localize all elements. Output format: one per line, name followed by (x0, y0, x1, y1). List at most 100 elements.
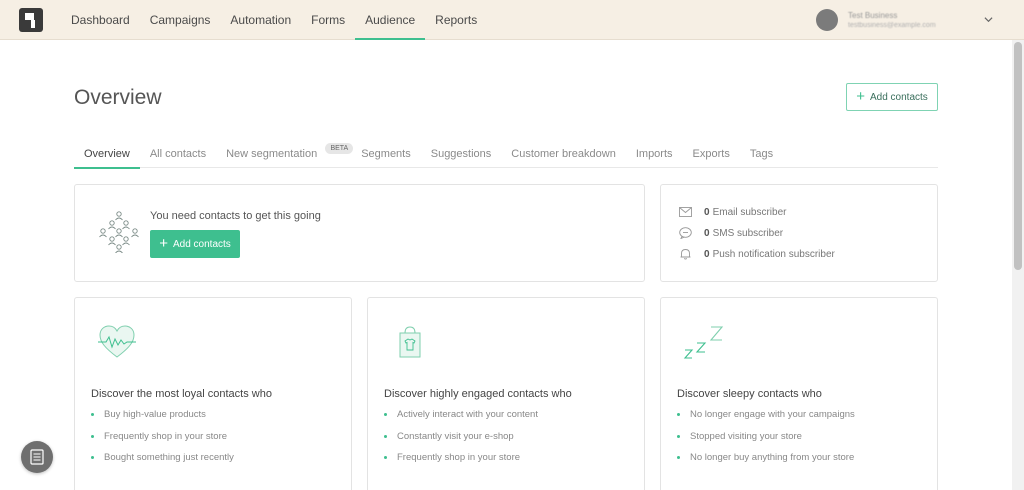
tab-exports[interactable]: Exports (683, 142, 740, 168)
shopping-bag-icon (399, 326, 421, 358)
add-contacts-primary-button[interactable]: + Add contacts (150, 230, 240, 258)
list-item-text: Bought something just recently (104, 452, 234, 463)
nav-item-automation[interactable]: Automation (220, 0, 301, 40)
stat-label: Push notification subscriber (712, 248, 835, 260)
user-email: testbusiness@example.com (848, 21, 936, 29)
bullet-icon (91, 434, 94, 438)
list-item: Stopped visiting your store (677, 431, 855, 453)
page-title: Overview (74, 86, 162, 109)
list-item: No longer engage with your campaigns (677, 409, 855, 431)
bullet-icon (91, 413, 94, 416)
tab-label: Exports (692, 148, 730, 160)
stat-count: 0 (704, 227, 710, 239)
main-nav: Dashboard Campaigns Automation Forms Aud… (61, 0, 487, 40)
chat-bubble-icon (679, 227, 692, 239)
segment-card-loyal[interactable]: Discover the most loyal contacts who Buy… (74, 297, 352, 490)
stat-count: 0 (704, 206, 710, 218)
segment-title: Discover the most loyal contacts who (91, 388, 272, 400)
floating-docs-button[interactable] (21, 441, 53, 473)
user-name: Test Business (848, 10, 898, 20)
list-item-text: No longer engage with your campaigns (690, 409, 855, 420)
app-logo-icon[interactable] (19, 8, 43, 32)
top-navigation-bar: Dashboard Campaigns Automation Forms Aud… (0, 0, 1024, 40)
audience-tabs: Overview All contacts New segmentation B… (74, 142, 938, 169)
document-icon (30, 449, 44, 465)
list-item: No longer buy anything from your store (677, 452, 855, 474)
segment-title: Discover sleepy contacts who (677, 388, 822, 400)
tab-segments[interactable]: Segments (351, 142, 421, 168)
tab-suggestions[interactable]: Suggestions (421, 142, 502, 168)
tab-label: Overview (84, 148, 130, 160)
segment-criteria-list: Buy high-value products Frequently shop … (91, 409, 234, 474)
bullet-icon (677, 413, 680, 416)
bullet-icon (384, 456, 387, 459)
list-item: Constantly visit your e-shop (384, 431, 538, 453)
segment-criteria-list: Actively interact with your content Cons… (384, 409, 538, 474)
add-contacts-label: Add contacts (869, 91, 928, 103)
nav-item-forms[interactable]: Forms (301, 0, 355, 40)
plus-icon: + (159, 235, 168, 252)
tab-tags[interactable]: Tags (740, 142, 783, 168)
bullet-icon (677, 434, 680, 438)
segment-card-sleepy[interactable]: Discover sleepy contacts who No longer e… (660, 297, 938, 490)
segment-criteria-list: No longer engage with your campaigns Sto… (677, 409, 855, 474)
stat-label: Email subscriber (712, 206, 787, 218)
tab-all-contacts[interactable]: All contacts (140, 142, 216, 168)
user-info: Test Business testbusiness@example.com (848, 11, 936, 30)
list-item: Frequently shop in your store (384, 452, 538, 474)
stat-label: SMS subscriber (712, 227, 784, 239)
tab-overview[interactable]: Overview (74, 142, 140, 169)
segment-title: Discover highly engaged contacts who (384, 388, 572, 400)
list-item: Bought something just recently (91, 452, 234, 474)
bullet-icon (384, 413, 387, 416)
nav-item-reports[interactable]: Reports (425, 0, 487, 40)
avatar[interactable] (816, 9, 838, 31)
list-item: Actively interact with your content (384, 409, 538, 431)
beta-badge: BETA (325, 143, 354, 154)
stat-push-subscriber: 0 Push notification subscriber (679, 247, 835, 261)
empty-contacts-card: You need contacts to get this going + Ad… (74, 184, 645, 282)
list-item-text: Actively interact with your content (397, 409, 538, 420)
tab-label: Customer breakdown (511, 148, 616, 160)
list-item-text: Frequently shop in your store (104, 430, 228, 442)
stat-email-subscriber: 0 Email subscriber (679, 205, 786, 219)
tab-new-segmentation[interactable]: New segmentation BETA (216, 142, 354, 168)
tab-label: Suggestions (430, 148, 492, 160)
tab-label: All contacts (149, 148, 207, 160)
list-item-text: No longer buy anything from your store (690, 452, 855, 463)
list-item: Buy high-value products (91, 409, 234, 431)
sleep-zzz-icon (683, 326, 724, 359)
chevron-down-icon[interactable] (984, 15, 993, 24)
bullet-icon (91, 456, 94, 459)
list-item-text: Frequently shop in your store (397, 452, 521, 463)
bell-icon (680, 249, 691, 260)
envelope-icon (679, 207, 692, 217)
tab-label: Tags (749, 148, 774, 160)
nav-item-dashboard[interactable]: Dashboard (61, 0, 140, 40)
list-item: Frequently shop in your store (91, 431, 234, 453)
heart-pulse-icon (98, 325, 136, 358)
people-network-icon (99, 211, 139, 253)
empty-state-message: You need contacts to get this going (150, 210, 321, 222)
list-item-text: Buy high-value products (104, 409, 206, 420)
stat-sms-subscriber: 0 SMS subscriber (679, 226, 783, 240)
nav-item-audience[interactable]: Audience (355, 0, 426, 40)
nav-item-campaigns[interactable]: Campaigns (140, 0, 221, 40)
tab-label: New segmentation (226, 148, 318, 160)
plus-icon: + (856, 88, 865, 105)
list-item-text: Constantly visit your e-shop (397, 430, 514, 442)
tab-imports[interactable]: Imports (626, 142, 683, 168)
bullet-icon (677, 456, 680, 459)
add-contacts-label: Add contacts (172, 238, 231, 250)
tab-label: Segments (361, 148, 411, 160)
subscriber-stats-card: 0 Email subscriber 0 SMS subscriber 0 Push … (660, 184, 938, 282)
add-contacts-button[interactable]: + Add contacts (846, 83, 938, 111)
tab-label: Imports (635, 148, 673, 160)
tab-customer-breakdown[interactable]: Customer breakdown (501, 142, 626, 168)
stat-count: 0 (704, 248, 710, 260)
page-scrollbar[interactable] (1012, 40, 1024, 490)
user-menu[interactable]: Test Business testbusiness@example.com (816, 8, 936, 32)
list-item-text: Stopped visiting your store (690, 430, 802, 442)
scrollbar-thumb[interactable] (1014, 42, 1022, 270)
segment-card-engaged[interactable]: Discover highly engaged contacts who Act… (367, 297, 645, 490)
